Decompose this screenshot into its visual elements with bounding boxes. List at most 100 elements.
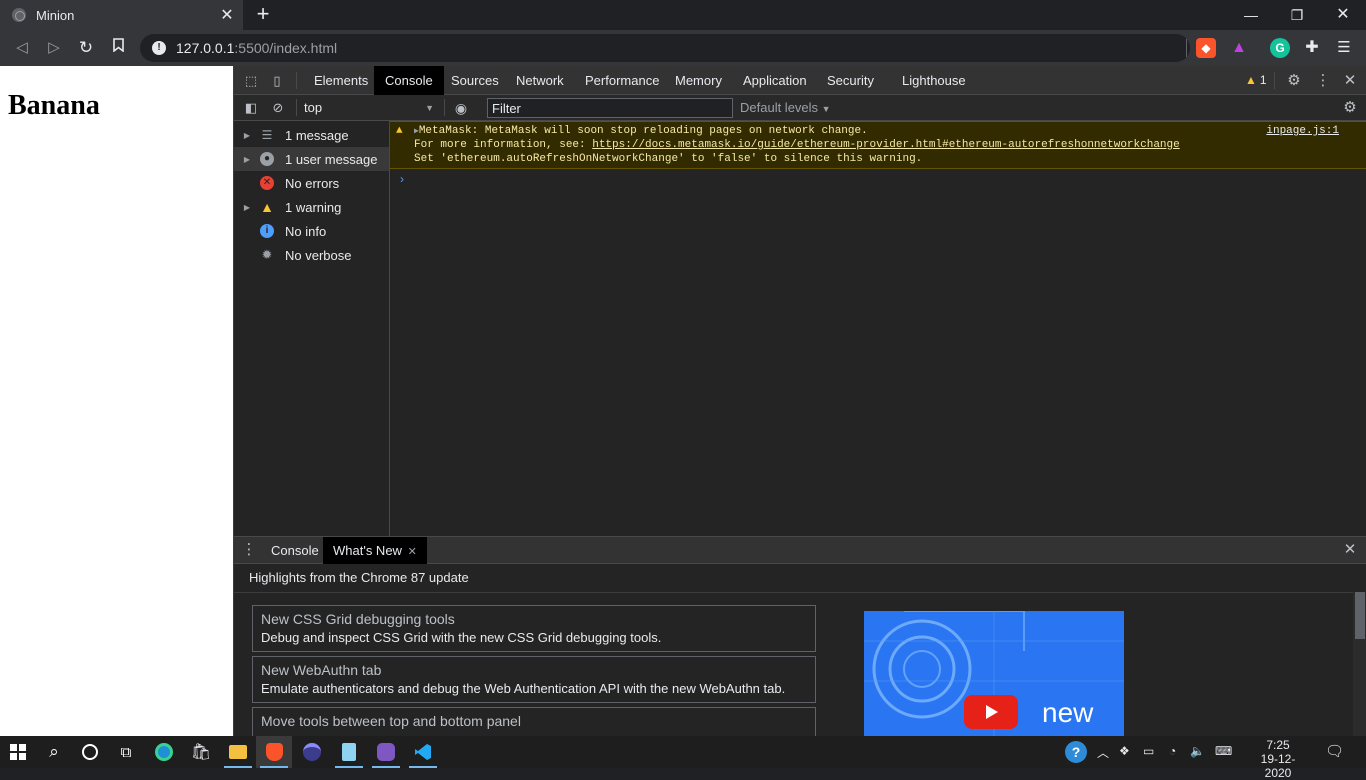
help-icon[interactable]: ? bbox=[1065, 741, 1087, 763]
brave-rewards-icon[interactable]: ▲ bbox=[1229, 38, 1249, 58]
system-clock[interactable]: 7:25 19-12-2020 bbox=[1248, 738, 1308, 780]
store-icon[interactable]: 🛍 bbox=[183, 736, 219, 768]
close-devtools-icon[interactable]: ✕ bbox=[1341, 72, 1359, 90]
grammarly-icon[interactable]: G bbox=[1270, 38, 1290, 58]
wifi-icon[interactable]: ◔ bbox=[1169, 744, 1176, 758]
drawer-tab-console[interactable]: Console bbox=[261, 537, 329, 564]
context-selector[interactable]: top ▼ bbox=[304, 99, 434, 117]
dropbox-icon[interactable]: ❖ bbox=[1119, 744, 1130, 758]
cortana-icon[interactable] bbox=[72, 736, 108, 768]
warning-counter[interactable]: ▲ 1 bbox=[1245, 66, 1267, 95]
tab-security[interactable]: Security bbox=[816, 66, 885, 95]
warning-icon: ▲ bbox=[260, 199, 274, 215]
sidebar-item-label: No errors bbox=[285, 175, 340, 191]
sidebar-item-warnings[interactable]: ▶ ▲ 1 warning bbox=[234, 195, 389, 219]
play-button[interactable] bbox=[964, 695, 1018, 729]
info-icon: i bbox=[260, 224, 274, 238]
sidebar-item-errors[interactable]: ✕ No errors bbox=[234, 171, 389, 195]
tab-console[interactable]: Console bbox=[374, 66, 444, 95]
new-tab-button[interactable]: + bbox=[252, 3, 274, 25]
file-explorer-icon[interactable] bbox=[220, 736, 256, 768]
video-thumbnail[interactable]: new bbox=[864, 611, 1124, 736]
minimize-button[interactable]: — bbox=[1228, 0, 1274, 30]
divider bbox=[296, 99, 297, 116]
sidebar-item-info[interactable]: i No info bbox=[234, 219, 389, 243]
task-view-icon[interactable]: ⧉ bbox=[108, 736, 144, 768]
settings-gear-icon[interactable]: ⚙ bbox=[1285, 72, 1303, 90]
browser-toolbar: ◁ ▷ ↻ ! 127.0.0.1:5500/index.html ◆ ▲ G … bbox=[0, 30, 1366, 66]
back-button[interactable]: ◁ bbox=[11, 37, 33, 59]
tab-sources[interactable]: Sources bbox=[440, 66, 510, 95]
bookmark-icon[interactable] bbox=[107, 37, 129, 59]
console-prompt[interactable]: › bbox=[400, 172, 404, 186]
sidebar-item-messages[interactable]: ▶ ☰ 1 message bbox=[234, 123, 389, 147]
inspect-element-icon[interactable]: ⬚ bbox=[242, 72, 260, 90]
drawer-scrollbar[interactable] bbox=[1353, 592, 1366, 736]
browser-tab[interactable]: Minion ✕ bbox=[0, 0, 243, 30]
console-output: ▲ ▶MetaMask: MetaMask will soon stop rel… bbox=[390, 121, 1366, 536]
devtools-tabbar: ⬚ ▯ Elements Console Sources Network Per… bbox=[234, 66, 1366, 95]
sidebar-item-user-messages[interactable]: ▶ ● 1 user message bbox=[234, 147, 389, 171]
taskbar: ⌕ ⧉ 🛍 ? ︿ ❖ ▭ ◔ 🔈 ⌨ 7:25 19-12-2020 🗨 bbox=[0, 736, 1366, 780]
divider bbox=[444, 99, 445, 116]
tab-memory[interactable]: Memory bbox=[664, 66, 733, 95]
tab-lighthouse[interactable]: Lighthouse bbox=[891, 66, 977, 95]
keyboard-icon[interactable]: ⌨ bbox=[1215, 744, 1232, 758]
sidebar-toggle-icon[interactable]: ◧ bbox=[242, 99, 260, 117]
search-icon[interactable]: ⌕ bbox=[36, 736, 72, 768]
drawer-tab-whats-new[interactable]: What's New ✕ bbox=[323, 537, 427, 564]
close-drawer-icon[interactable]: ✕ bbox=[1341, 541, 1359, 559]
menu-icon[interactable]: ☰ bbox=[1334, 38, 1354, 58]
source-link[interactable]: inpage.js:1 bbox=[1266, 125, 1339, 137]
tab-performance[interactable]: Performance bbox=[574, 66, 670, 95]
close-tab-icon[interactable]: ✕ bbox=[217, 5, 237, 25]
divider bbox=[296, 72, 297, 89]
tab-application[interactable]: Application bbox=[732, 66, 818, 95]
device-toolbar-icon[interactable]: ▯ bbox=[268, 72, 286, 90]
app-taskbar-icon[interactable] bbox=[294, 736, 330, 768]
feature-card[interactable]: New CSS Grid debugging tools Debug and i… bbox=[252, 605, 816, 652]
metamask-docs-link[interactable]: https://docs.metamask.io/guide/ethereum-… bbox=[592, 139, 1180, 151]
tab-network[interactable]: Network bbox=[505, 66, 575, 95]
battery-icon[interactable]: ▭ bbox=[1143, 744, 1154, 758]
notifications-icon[interactable]: 🗨 bbox=[1325, 742, 1344, 760]
filter-input[interactable] bbox=[487, 98, 733, 118]
scrollbar-thumb[interactable] bbox=[1355, 592, 1365, 639]
reload-button[interactable]: ↻ bbox=[75, 37, 97, 59]
brave-taskbar-icon[interactable] bbox=[256, 736, 292, 768]
notepad-icon[interactable] bbox=[331, 736, 367, 768]
tab-elements[interactable]: Elements bbox=[303, 66, 379, 95]
feature-card[interactable]: New WebAuthn tab Emulate authenticators … bbox=[252, 656, 816, 703]
vscode-icon[interactable] bbox=[405, 736, 441, 768]
eye-icon[interactable]: ◉ bbox=[452, 99, 470, 117]
forward-button[interactable]: ▷ bbox=[43, 37, 65, 59]
start-button[interactable] bbox=[0, 736, 36, 768]
app-purple-icon[interactable] bbox=[368, 736, 404, 768]
expand-arrow-icon[interactable]: ▶ bbox=[234, 203, 260, 212]
close-window-button[interactable]: ✕ bbox=[1320, 0, 1366, 30]
volume-icon[interactable]: 🔈 bbox=[1190, 744, 1205, 758]
info-icon[interactable]: ! bbox=[152, 41, 166, 55]
web-page: Banana bbox=[0, 66, 233, 736]
console-toolbar: ◧ ⊘ top ▼ ◉ Default levels ▼ ⚙ bbox=[234, 95, 1366, 121]
more-options-icon[interactable]: ⋮ bbox=[1314, 72, 1332, 90]
url-path: :5500/index.html bbox=[234, 40, 338, 56]
address-bar[interactable]: ! 127.0.0.1:5500/index.html bbox=[140, 34, 1190, 62]
restore-button[interactable]: ❐ bbox=[1274, 0, 1320, 30]
drawer-tab-label: What's New bbox=[333, 543, 402, 558]
clear-console-icon[interactable]: ⊘ bbox=[269, 99, 287, 117]
sidebar-item-label: No verbose bbox=[285, 247, 352, 263]
edge-icon[interactable] bbox=[146, 736, 182, 768]
expand-arrow-icon[interactable]: ▶ bbox=[234, 131, 260, 140]
sidebar-item-verbose[interactable]: ✹ No verbose bbox=[234, 243, 389, 267]
brave-shield-icon[interactable]: ◆ bbox=[1196, 38, 1216, 58]
expand-arrow-icon[interactable]: ▶ bbox=[234, 155, 260, 164]
clock-date: 19-12-2020 bbox=[1260, 752, 1296, 780]
extensions-puzzle-icon[interactable]: ✚ bbox=[1302, 38, 1322, 58]
warning-message: ▲ ▶MetaMask: MetaMask will soon stop rel… bbox=[390, 121, 1366, 169]
console-settings-icon[interactable]: ⚙ bbox=[1341, 99, 1359, 117]
close-tab-icon[interactable]: ✕ bbox=[408, 546, 417, 558]
log-levels-dropdown[interactable]: Default levels ▼ bbox=[740, 99, 831, 117]
show-hidden-icons[interactable]: ︿ bbox=[1097, 744, 1109, 761]
drawer-menu-icon[interactable]: ⋮ bbox=[240, 541, 258, 559]
